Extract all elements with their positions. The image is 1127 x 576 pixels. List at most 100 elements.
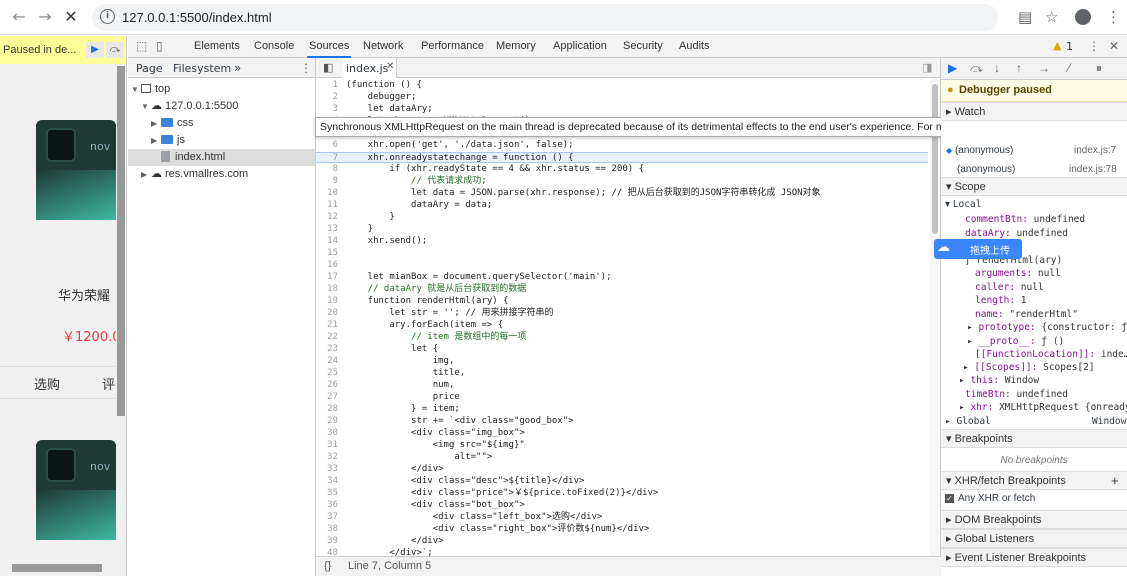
code-line[interactable]: 22 // item 是数组中的每一项 — [316, 332, 928, 343]
tab-memory[interactable]: Memory — [496, 40, 536, 52]
scope-variable[interactable]: ▸ xhr: XMLHttpRequest {onready… — [941, 401, 1127, 414]
line-number[interactable]: 29 — [316, 416, 338, 427]
breakpoints-section[interactable]: ▾ Breakpoints — [941, 429, 1127, 448]
tab-console[interactable]: Console — [254, 40, 294, 52]
scope-variable[interactable]: ▸ prototype: {constructor: ƒ — [941, 321, 1127, 334]
code-line[interactable]: 16 — [316, 260, 928, 271]
page-scrollbar[interactable] — [116, 64, 126, 564]
step-out-icon[interactable]: ↑ — [1016, 61, 1022, 75]
line-number[interactable]: 38 — [316, 524, 338, 535]
tab-performance[interactable]: Performance — [421, 40, 484, 52]
more-tabs-icon[interactable]: » — [234, 61, 241, 75]
code-line[interactable]: 2 debugger; — [316, 92, 928, 103]
upload-badge[interactable]: ☁ 拖拽上传 — [934, 239, 1022, 259]
code-line[interactable]: 1 (function () { — [316, 80, 928, 91]
code-line[interactable]: 36 <div class="bot_box"> — [316, 500, 928, 511]
line-number[interactable]: 23 — [316, 344, 338, 355]
scope-variable[interactable]: ▸ this: Window — [941, 374, 1127, 387]
line-number[interactable]: 33 — [316, 464, 338, 475]
scope-variable[interactable]: caller: null — [941, 281, 1127, 294]
code-line[interactable]: 7 xhr.onreadystatechange = function () { — [316, 152, 928, 163]
code-line[interactable]: 18 // dataAry 就是从后台获取到的数据 — [316, 284, 928, 295]
local-scope[interactable]: ▾ Local — [941, 198, 1127, 211]
line-number[interactable]: 15 — [316, 248, 338, 259]
code-line[interactable]: 13 } — [316, 224, 928, 235]
scope-variable[interactable]: commentBtn: undefined — [941, 213, 1127, 226]
tab-elements[interactable]: Elements — [194, 40, 240, 52]
star-icon[interactable]: ☆ — [1045, 8, 1058, 26]
line-number[interactable]: 17 — [316, 272, 338, 283]
line-number[interactable]: 22 — [316, 332, 338, 343]
line-number[interactable]: 18 — [316, 284, 338, 295]
tab-page[interactable]: Page — [136, 62, 163, 75]
line-number[interactable]: 26 — [316, 380, 338, 391]
line-number[interactable]: 39 — [316, 536, 338, 547]
arrow-left-icon[interactable]: ← — [8, 6, 30, 28]
tree-item-vmallres[interactable]: ▶ ☁ res.vmallres.com — [141, 166, 248, 183]
code-line[interactable]: 3 let dataAry; — [316, 104, 928, 115]
line-number[interactable]: 3 — [316, 104, 338, 115]
translate-icon[interactable]: ▤ — [1018, 8, 1032, 26]
line-number[interactable]: 13 — [316, 224, 338, 235]
arrow-right-icon[interactable]: → — [34, 6, 56, 28]
code-line[interactable]: 32 alt=""> — [316, 452, 928, 463]
line-number[interactable]: 28 — [316, 404, 338, 415]
dom-breakpoints-section[interactable]: ▸ DOM Breakpoints — [941, 510, 1127, 529]
line-number[interactable]: 21 — [316, 320, 338, 331]
call-frame[interactable]: ◆ (anonymous) index.js:7 — [941, 144, 1127, 157]
tab-sources[interactable]: Sources — [306, 40, 352, 58]
line-number[interactable]: 32 — [316, 452, 338, 463]
code-line[interactable]: 11 dataAry = data; — [316, 200, 928, 211]
line-number[interactable]: 14 — [316, 236, 338, 247]
account-icon[interactable] — [1075, 9, 1091, 25]
address-bar[interactable]: i 127.0.0.1:5500/index.html — [92, 4, 998, 31]
close-devtools-icon[interactable]: ✕ — [1109, 39, 1119, 53]
code-line[interactable]: 29 str += `<div class="good_box"> — [316, 416, 928, 427]
line-number[interactable]: 36 — [316, 500, 338, 511]
line-number[interactable]: 25 — [316, 368, 338, 379]
pause-exceptions-icon[interactable]: ⏸ — [1096, 61, 1102, 76]
call-frame[interactable]: (anonymous) index.js:78 — [941, 163, 1127, 176]
inspect-icon[interactable]: ⬚ — [136, 39, 147, 53]
tree-item-index-html[interactable]: index.html — [128, 149, 315, 166]
scope-section[interactable]: ▾ Scope — [941, 177, 1127, 196]
tab-filesystem[interactable]: Filesystem — [173, 62, 231, 75]
code-line[interactable]: 26 num, — [316, 380, 928, 391]
code-line[interactable]: 31 <img src="${img}" — [316, 440, 928, 451]
close-tab-icon[interactable]: ✕ — [386, 61, 394, 72]
scope-variable[interactable]: name: "renderHtml" — [941, 308, 1127, 321]
line-number[interactable]: 34 — [316, 476, 338, 487]
scope-variable[interactable]: length: 1 — [941, 294, 1127, 307]
file-tab-index-js[interactable]: index.js — [346, 62, 388, 75]
line-number[interactable]: 6 — [316, 140, 338, 151]
tree-item-top[interactable]: ▼ top — [131, 81, 170, 98]
close-icon[interactable]: ✕ — [60, 6, 82, 28]
code-line[interactable]: 17 let mianBox = document.querySelector(… — [316, 272, 928, 283]
global-listeners-section[interactable]: ▸ Global Listeners — [941, 529, 1127, 548]
pretty-print-icon[interactable]: {} — [324, 557, 331, 576]
line-number[interactable]: 27 — [316, 392, 338, 403]
scope-variable[interactable]: timeBtn: undefined — [941, 388, 1127, 401]
line-number[interactable]: 10 — [316, 188, 338, 199]
code-line[interactable]: 20 let str = ''; // 用来拼接字符串的 — [316, 308, 928, 319]
line-number[interactable]: 7 — [316, 153, 338, 164]
tab-network[interactable]: Network — [363, 40, 403, 52]
toggle-debugger-icon[interactable]: ◨ — [922, 61, 932, 74]
scope-variable[interactable]: ▸ __proto__: ƒ () — [941, 335, 1127, 348]
code-line[interactable]: 38 <div class="right_box">评价数${num}</div… — [316, 524, 928, 535]
scope-variable[interactable]: [[FunctionLocation]]: inde… — [941, 348, 1127, 361]
line-number[interactable]: 37 — [316, 512, 338, 523]
watch-section[interactable]: ▸ Watch — [941, 102, 1127, 121]
page-hscrollbar[interactable] — [0, 562, 116, 574]
line-number[interactable]: 24 — [316, 356, 338, 367]
code-line[interactable]: 15 — [316, 248, 928, 259]
code-line[interactable]: 6 xhr.open('get', './data.json', false); — [316, 140, 928, 151]
event-listener-section[interactable]: ▸ Event Listener Breakpoints — [941, 548, 1127, 567]
editor-scrollbar[interactable] — [930, 80, 940, 556]
line-number[interactable]: 30 — [316, 428, 338, 439]
tab-security[interactable]: Security — [623, 40, 663, 52]
line-number[interactable]: 31 — [316, 440, 338, 451]
deactivate-breakpoints-icon[interactable]: ⁄ — [1068, 61, 1070, 75]
line-number[interactable]: 19 — [316, 296, 338, 307]
code-line[interactable]: 25 title, — [316, 368, 928, 379]
